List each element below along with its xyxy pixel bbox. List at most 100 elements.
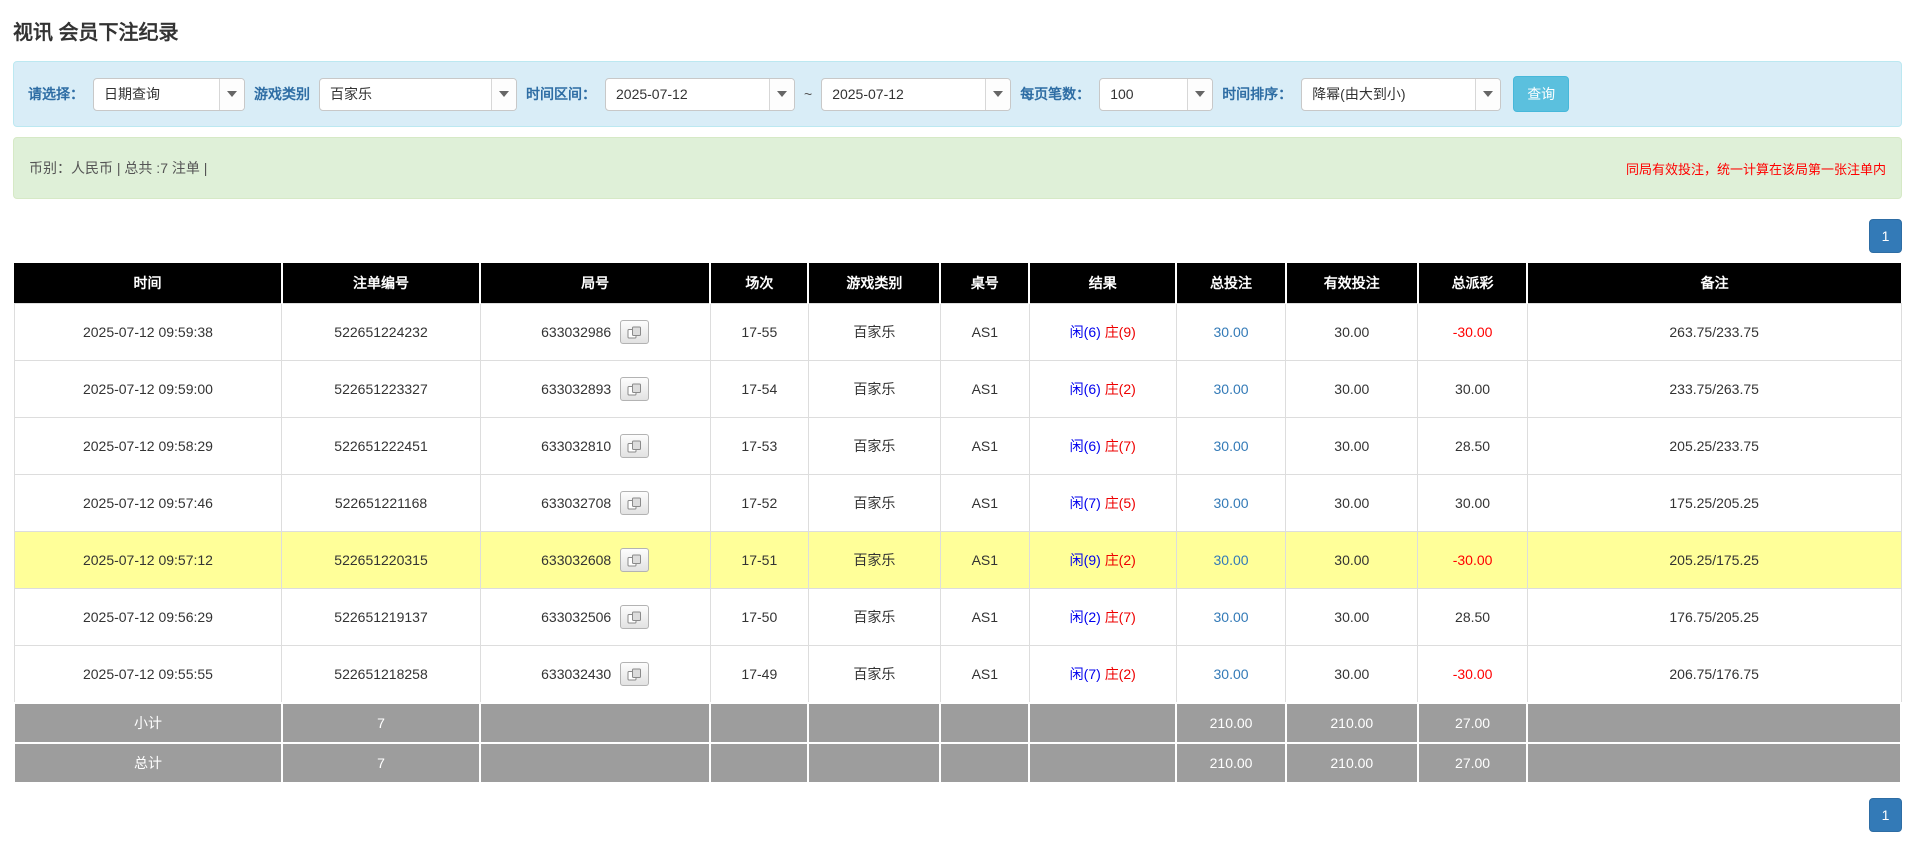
player-result: 闲(7) [1069, 495, 1101, 511]
query-type-select[interactable]: 日期查询 [93, 77, 245, 111]
banker-result: 庄(2) [1104, 381, 1136, 397]
subtotal-empty-cell [939, 702, 1031, 744]
game-type-cell: 百家乐 [807, 360, 941, 418]
date-to-value: 2025-07-12 [832, 86, 904, 102]
game-type-value: 百家乐 [330, 86, 372, 102]
round-number: 633032608 [541, 552, 612, 568]
round-cell: 633032708 [479, 474, 711, 532]
valid-bet-cell: 30.00 [1285, 417, 1419, 475]
round-number: 633032506 [541, 609, 612, 625]
player-result: 闲(6) [1069, 438, 1101, 454]
total-bet-link[interactable]: 30.00 [1214, 609, 1249, 625]
subtotal-total-bet: 210.00 [1175, 702, 1287, 744]
valid-bet-cell: 30.00 [1285, 531, 1419, 589]
round-number: 633032708 [541, 495, 612, 511]
game-type-cell: 百家乐 [807, 588, 941, 646]
total-valid-bet: 210.00 [1284, 742, 1419, 784]
total-bet-link[interactable]: 30.00 [1214, 324, 1249, 340]
date-to-select[interactable]: 2025-07-12 [821, 77, 1012, 111]
remark-cell: 175.25/205.25 [1526, 474, 1902, 532]
game-type-cell: 百家乐 [807, 303, 941, 361]
payout-value: 28.50 [1455, 438, 1491, 454]
payout-cell: 28.50 [1417, 417, 1528, 475]
roadmap-button[interactable] [620, 548, 650, 572]
round-cell: 633032608 [479, 531, 711, 589]
bet-records-table: 时间 注单编号 局号 场次 游戏类别 桌号 结果 总投注 有效投注 总派彩 备注… [13, 263, 1902, 784]
chevron-down-icon[interactable] [491, 78, 516, 110]
total-bet-cell: 30.00 [1175, 360, 1287, 418]
banker-result: 庄(2) [1104, 552, 1136, 568]
total-empty-cell [1028, 742, 1178, 784]
bet-id-cell: 522651224232 [281, 303, 481, 361]
date-from-select[interactable]: 2025-07-12 [605, 77, 795, 111]
player-result: 闲(6) [1069, 381, 1101, 397]
cards-icon [627, 554, 642, 566]
total-bet-link[interactable]: 30.00 [1214, 381, 1249, 397]
page-1-button[interactable]: 1 [1869, 219, 1902, 253]
currency-summary-text: 币别：人民币 | 总共 :7 注单 | [29, 160, 208, 176]
chevron-down-icon[interactable] [769, 78, 794, 110]
roadmap-button[interactable] [620, 320, 650, 344]
cards-icon [627, 326, 642, 338]
result-cell: 闲(6) 庄(7) [1028, 417, 1177, 475]
game-type-select[interactable]: 百家乐 [319, 77, 517, 111]
header-table-no: 桌号 [939, 263, 1030, 304]
remark-cell: 205.25/233.75 [1526, 417, 1902, 475]
session-cell: 17-52 [709, 474, 809, 532]
subtotal-label: 小计 [13, 702, 283, 744]
table-no-cell: AS1 [939, 531, 1030, 589]
cards-icon [627, 383, 642, 395]
chevron-down-icon[interactable] [1475, 78, 1501, 110]
total-label: 总计 [13, 742, 283, 784]
table-row[interactable]: 2025-07-12 09:55:55 522651218258 633032430… [13, 645, 1902, 704]
table-row[interactable]: 2025-07-12 09:59:38 522651224232 633032986… [13, 303, 1902, 361]
total-bet-link[interactable]: 30.00 [1214, 552, 1249, 568]
table-row[interactable]: 2025-07-12 09:56:29 522651219137 633032506… [13, 588, 1902, 646]
round-number: 633032810 [541, 438, 612, 454]
chevron-down-icon[interactable] [1187, 78, 1213, 110]
chevron-down-icon[interactable] [985, 78, 1011, 110]
total-bet-link[interactable]: 30.00 [1214, 495, 1249, 511]
bet-id-cell: 522651222451 [281, 417, 481, 475]
result-cell: 闲(9) 庄(2) [1028, 531, 1177, 589]
remark-cell: 263.75/233.75 [1526, 303, 1902, 361]
subtotal-row: 小计 7 210.00 210.00 27.00 [13, 702, 1902, 744]
result-cell: 闲(6) 庄(2) [1028, 360, 1177, 418]
game-type-label: 游戏类别 [254, 86, 310, 102]
roadmap-button[interactable] [620, 434, 650, 458]
round-cell: 633032506 [479, 588, 711, 646]
search-button[interactable]: 查询 [1513, 76, 1570, 112]
records-tbody: 2025-07-12 09:59:38 522651224232 633032986… [13, 303, 1902, 704]
page-size-select[interactable]: 100 [1099, 77, 1214, 111]
chevron-down-icon[interactable] [219, 78, 244, 110]
total-bet-cell: 30.00 [1175, 474, 1287, 532]
page-1-button[interactable]: 1 [1869, 798, 1902, 832]
total-bet-cell: 30.00 [1175, 645, 1287, 704]
page-title: 视讯 会员下注纪录 [13, 22, 179, 44]
valid-bet-cell: 30.00 [1285, 303, 1419, 361]
round-number: 633032986 [541, 324, 612, 340]
table-row[interactable]: 2025-07-12 09:57:46 522651221168 633032708… [13, 474, 1902, 532]
remark-cell: 205.25/175.25 [1526, 531, 1902, 589]
table-row[interactable]: 2025-07-12 09:58:29 522651222451 633032810… [13, 417, 1902, 475]
total-bet-cell: 30.00 [1175, 303, 1287, 361]
session-cell: 17-51 [709, 531, 809, 589]
total-payout: 27.00 [1416, 742, 1529, 784]
time-sort-select[interactable]: 降幂(由大到小) [1301, 77, 1502, 111]
header-payout: 总派彩 [1416, 263, 1528, 304]
player-result: 闲(2) [1069, 609, 1101, 625]
banker-result: 庄(5) [1104, 495, 1136, 511]
table-row[interactable]: 2025-07-12 09:57:12 522651220315 633032608… [13, 531, 1902, 589]
table-row[interactable]: 2025-07-12 09:59:00 522651223327 633032893… [13, 360, 1902, 418]
roadmap-button[interactable] [620, 377, 650, 401]
roadmap-button[interactable] [620, 605, 650, 629]
query-type-label: 请选择： [28, 86, 84, 102]
payout-cell: 30.00 [1417, 474, 1528, 532]
total-bet-link[interactable]: 30.00 [1214, 666, 1249, 682]
total-bet-link[interactable]: 30.00 [1214, 438, 1249, 454]
roadmap-button[interactable] [620, 491, 650, 515]
pagination-bottom: 1 [13, 798, 1902, 832]
header-time: 时间 [14, 263, 282, 304]
table-no-cell: AS1 [939, 417, 1030, 475]
roadmap-button[interactable] [620, 662, 650, 686]
